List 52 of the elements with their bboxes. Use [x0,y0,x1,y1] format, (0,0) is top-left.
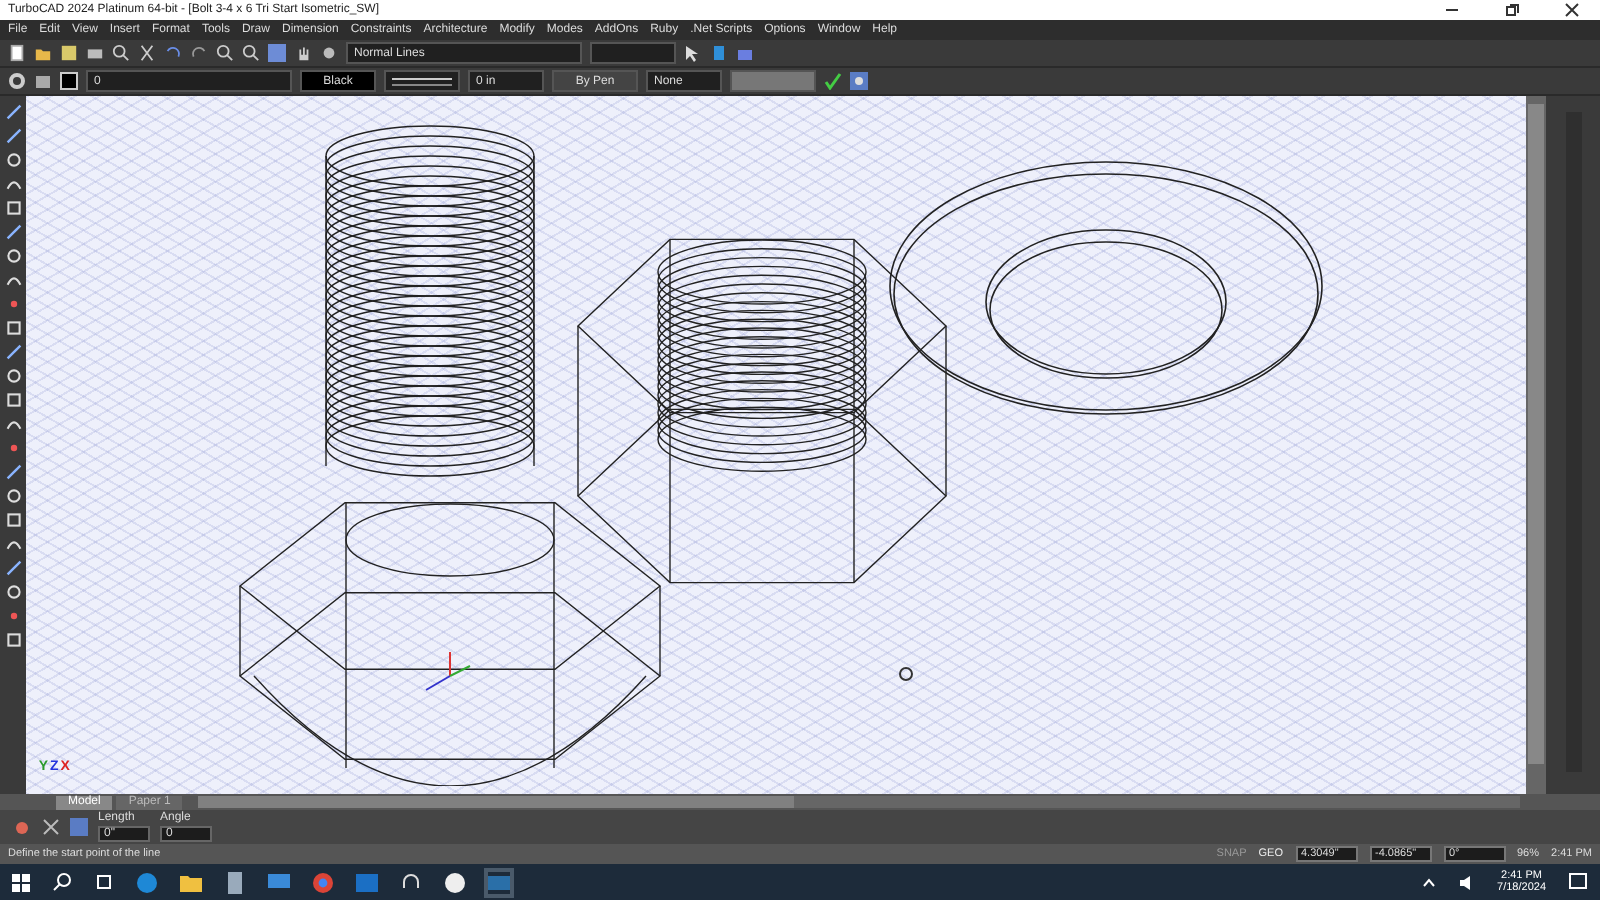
check-mark-icon[interactable] [824,72,842,90]
dropdown-field[interactable] [730,70,816,92]
circle-tool-icon[interactable] [5,152,22,168]
magnifier-icon[interactable] [242,44,260,62]
square-tool-icon[interactable] [5,320,22,336]
color-swatch-icon [60,72,78,90]
square-tool-icon[interactable] [5,200,22,216]
arc-tool-icon[interactable] [5,536,22,552]
windows-logo-icon[interactable] [12,873,30,891]
axis-gizmo-icon [425,651,472,691]
folder-icon[interactable] [180,871,202,893]
circle-tool-icon[interactable] [5,584,22,600]
line-tool-icon[interactable] [5,344,22,360]
hand-icon[interactable] [294,44,312,62]
task-view-icon[interactable] [94,872,114,892]
circle-tool-icon[interactable] [5,248,22,264]
cursor-circle-icon [899,667,914,681]
point-tool-icon[interactable] [5,440,22,456]
line-tool-icon[interactable] [5,560,22,576]
ring-app-icon[interactable] [312,871,334,893]
square-tool-icon[interactable] [5,512,22,528]
arc-tool-icon[interactable] [5,272,22,288]
chevron-up-icon[interactable] [1421,875,1436,889]
arc-tool-icon[interactable] [5,416,22,432]
undo-icon[interactable] [164,44,182,62]
document-icon[interactable] [8,44,26,62]
search-icon[interactable] [52,872,72,892]
eye-icon[interactable] [850,72,868,90]
folder-icon[interactable] [34,44,52,62]
round-app-icon[interactable] [444,871,466,893]
circle-tool-icon[interactable] [5,488,22,504]
circle-tool-icon[interactable] [5,368,22,384]
point-tool-icon[interactable] [5,608,22,624]
headset-icon[interactable] [400,871,422,893]
dropdown-field[interactable] [590,42,676,64]
speaker-icon[interactable] [1457,873,1476,891]
close-icon[interactable] [1564,2,1580,18]
line-tool-icon[interactable] [5,464,22,480]
redo-icon[interactable] [190,44,208,62]
restore-icon[interactable] [1504,2,1520,18]
help-cursor-icon[interactable] [684,44,702,62]
arc-tool-icon[interactable] [5,176,22,192]
magnifier-icon[interactable] [216,44,234,62]
scrollbar-thumb[interactable] [1528,104,1545,764]
magnifier-icon[interactable] [112,44,130,62]
scissors-icon[interactable] [138,44,156,62]
point-tool-icon[interactable] [5,296,22,312]
scrollbar-thumb[interactable] [198,796,794,808]
line-pattern-dropdown[interactable] [384,70,460,92]
line-tool-icon[interactable] [5,224,22,240]
square-tool-icon[interactable] [5,632,22,648]
square-tool-icon[interactable] [5,392,22,408]
